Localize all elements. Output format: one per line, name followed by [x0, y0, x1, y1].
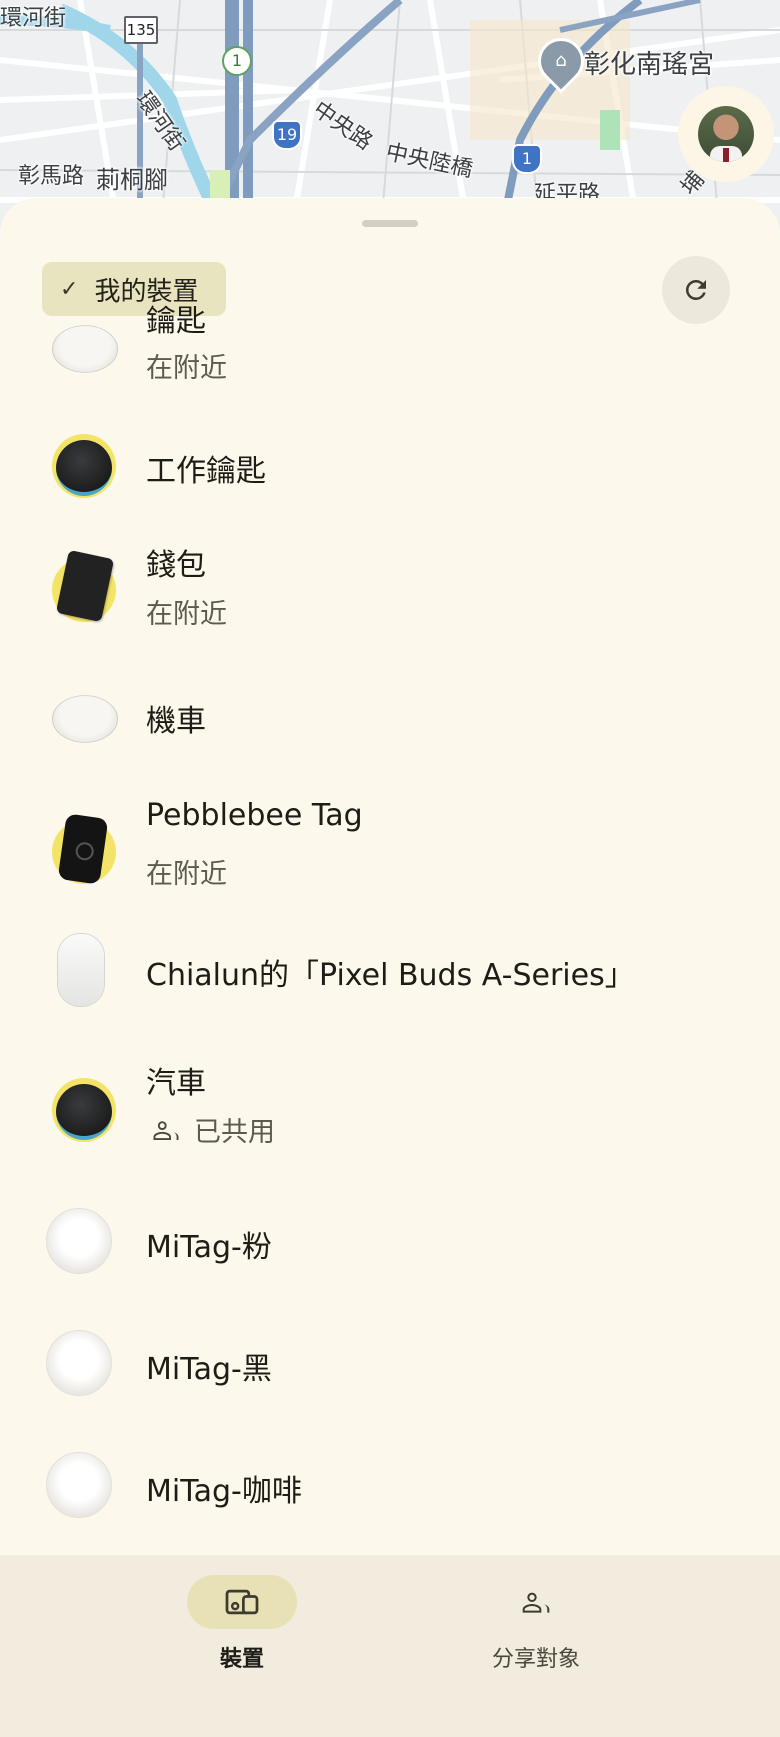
- nav-tab-sharing[interactable]: 分享對象: [446, 1575, 626, 1673]
- device-title: 錢包: [146, 548, 206, 583]
- map-label: 莿桐腳: [96, 166, 168, 194]
- device-row-pixel-buds[interactable]: Chialun的「Pixel Buds A-Series」: [0, 918, 780, 1022]
- device-row-motorcycle[interactable]: 機車: [0, 662, 780, 776]
- device-row-car[interactable]: 汽車 已共用: [0, 1022, 780, 1178]
- white-round-tag-icon: [52, 325, 118, 373]
- device-title: MiTag-咖啡: [146, 1474, 302, 1509]
- route-shield: 1: [512, 144, 542, 174]
- mitag-icon: [46, 1452, 112, 1518]
- device-row-wallet[interactable]: 錢包 在附近: [0, 522, 780, 662]
- device-row-mitag-coffee[interactable]: MiTag-咖啡: [0, 1424, 780, 1546]
- device-row-work-keys[interactable]: 工作鑰匙: [0, 406, 780, 522]
- drag-handle[interactable]: [362, 220, 418, 227]
- devices-icon: [225, 1589, 259, 1615]
- device-title: 工作鑰匙: [146, 454, 266, 489]
- route-shield: 135: [124, 16, 158, 44]
- map-label: 彰馬路: [18, 164, 85, 189]
- device-row-mitag-pink[interactable]: MiTag-粉: [0, 1178, 780, 1302]
- device-row-keys[interactable]: 鑰匙 在附近: [0, 286, 780, 406]
- nav-active-indicator: [187, 1575, 297, 1629]
- device-title: MiTag-粉: [146, 1230, 272, 1265]
- nav-label: 裝置: [219, 1647, 264, 1672]
- black-tag-icon: [52, 434, 116, 498]
- device-title: 汽車: [146, 1066, 206, 1101]
- device-list: 鑰匙 在附近 工作鑰匙 錢包 在附近 機車 Pebblebee Tag 在附近 …: [0, 304, 780, 1546]
- device-list-sheet[interactable]: ✓ 我的裝置 鑰匙 在附近 工作鑰匙 錢包 在附近 機車 Pebblebee T…: [0, 198, 780, 1555]
- device-title: MiTag-黑: [146, 1352, 272, 1387]
- device-title: 鑰匙: [146, 304, 206, 339]
- shared-status-label: 已共用: [194, 1117, 275, 1148]
- device-status: 已共用: [146, 1110, 275, 1149]
- black-tag-icon: [52, 1078, 116, 1142]
- device-title: Chialun的「Pixel Buds A-Series」: [146, 958, 635, 993]
- device-status: 在附近: [146, 859, 227, 890]
- map-label-poi[interactable]: 彰化南瑤宮: [584, 44, 714, 81]
- people-icon: [522, 1592, 550, 1613]
- earbuds-case-icon: [52, 934, 116, 1010]
- route-shield: 19: [272, 120, 302, 150]
- device-title: Pebblebee Tag: [146, 798, 363, 833]
- route-shield: 1: [222, 46, 252, 76]
- device-row-pebblebee[interactable]: Pebblebee Tag 在附近: [0, 776, 780, 918]
- device-row-mitag-black[interactable]: MiTag-黑: [0, 1302, 780, 1424]
- account-avatar[interactable]: [678, 86, 774, 182]
- white-round-tag-icon: [52, 695, 118, 743]
- nav-label: 分享對象: [491, 1647, 580, 1672]
- wallet-card-icon: [52, 549, 116, 623]
- nav-tab-devices[interactable]: 裝置: [152, 1575, 332, 1673]
- map-label: 環河街: [0, 6, 67, 31]
- bottom-navigation: 裝置 分享對象: [0, 1555, 780, 1737]
- device-status: 在附近: [146, 599, 227, 630]
- device-status: 在附近: [146, 353, 227, 384]
- device-title: 機車: [146, 704, 206, 739]
- mitag-icon: [46, 1208, 112, 1274]
- avatar-photo: [698, 106, 754, 162]
- pebblebee-tag-icon: [52, 813, 116, 885]
- mitag-icon: [46, 1330, 112, 1396]
- nav-indicator: [481, 1575, 591, 1629]
- people-icon: [153, 1120, 179, 1140]
